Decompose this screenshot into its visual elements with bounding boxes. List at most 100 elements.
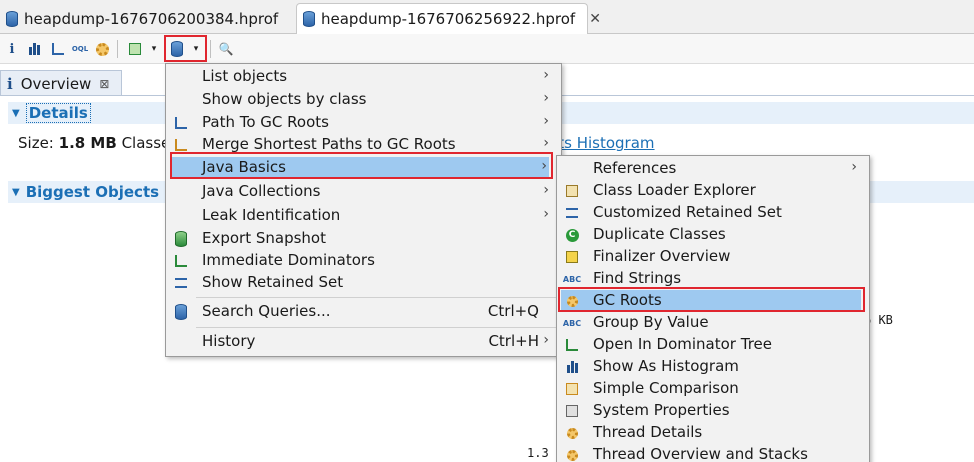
menu-item-label: GC Roots (593, 291, 662, 309)
chevron-right-icon: › (543, 67, 549, 83)
thread-overview-icon (564, 447, 580, 462)
menu-item-label: References (593, 159, 677, 177)
chevron-down-icon: ▼ (12, 186, 20, 198)
editor-tab-label: heapdump-1676706200384.hprof (24, 9, 279, 28)
find-strings-icon: ABC (562, 274, 582, 284)
close-icon[interactable]: ⊠ (99, 77, 109, 91)
chevron-right-icon: › (543, 332, 549, 348)
details-size-line: Size: 1.8 MB Classes: (18, 134, 183, 152)
menu-item-thread-overview-and-stacks[interactable]: Thread Overview and Stacks (557, 444, 869, 462)
menu-item-label: List objects (202, 67, 288, 85)
toolbar: i OQL ▾ ▾ 🔍 (0, 34, 974, 64)
menu-item-label: Group By Value (593, 313, 709, 331)
menu-item-java-collections[interactable]: Java Collections › (166, 181, 561, 203)
query-browser-menu: List objects › Show objects by class › P… (165, 63, 562, 357)
menu-item-label: Finalizer Overview (593, 247, 731, 265)
info-icon: i (7, 74, 13, 93)
menu-item-class-loader-explorer[interactable]: Class Loader Explorer (557, 180, 869, 202)
menu-item-customized-retained-set[interactable]: Customized Retained Set (557, 202, 869, 224)
dominator-tree-icon (564, 337, 580, 353)
histogram-link[interactable]: cts Histogram (550, 134, 655, 152)
menu-item-path-to-gc-roots[interactable]: Path To GC Roots › (166, 112, 561, 134)
toolbar-highlight-box (164, 35, 207, 62)
menu-item-label: Search Queries... (202, 302, 331, 320)
menu-item-java-basics[interactable]: Java Basics › (172, 157, 549, 179)
menu-item-label: Show As Histogram (593, 357, 739, 375)
menu-item-label: Class Loader Explorer (593, 181, 756, 199)
finalizer-icon (564, 249, 580, 265)
class-loader-icon (564, 183, 580, 199)
menu-item-list-objects[interactable]: List objects › (166, 66, 561, 88)
retained-icon (173, 275, 189, 291)
menu-item-gc-roots[interactable]: GC Roots (561, 290, 861, 312)
chevron-down-icon[interactable]: ▾ (148, 38, 160, 60)
menu-item-search-queries[interactable]: Search Queries... Ctrl+Q (166, 301, 561, 323)
run-report-icon[interactable] (123, 38, 147, 60)
heapdump-icon (303, 11, 315, 27)
export-icon (173, 231, 189, 247)
merge-icon (173, 137, 189, 153)
chevron-right-icon: › (543, 206, 549, 222)
info-icon[interactable]: i (4, 38, 20, 60)
biggest-objects-title: Biggest Objects by (25, 183, 185, 201)
menu-item-group-by-value[interactable]: ABC Group By Value (557, 312, 869, 334)
tab-overview[interactable]: i Overview ⊠ (0, 70, 122, 96)
menu-item-thread-details[interactable]: Thread Details (557, 422, 869, 444)
menu-item-label: Java Basics (202, 158, 286, 176)
menu-item-merge-shortest-paths[interactable]: Merge Shortest Paths to GC Roots › (166, 134, 561, 156)
chevron-right-icon: › (543, 135, 549, 151)
menu-item-open-in-dominator-tree[interactable]: Open In Dominator Tree (557, 334, 869, 356)
menu-separator (196, 297, 559, 298)
menu-item-show-objects-by-class[interactable]: Show objects by class › (166, 89, 561, 111)
tab-overview-label: Overview (20, 74, 92, 93)
menu-item-export-snapshot[interactable]: Export Snapshot (166, 228, 561, 250)
search-icon[interactable]: 🔍 (216, 38, 236, 60)
menu-item-references[interactable]: References › (557, 158, 869, 180)
menu-item-leak-identification[interactable]: Leak Identification › (166, 205, 561, 227)
size-value: 1.8 MB (58, 134, 117, 152)
thread-details-icon (564, 425, 580, 441)
thread-gear-icon[interactable] (92, 38, 112, 60)
gc-roots-icon (564, 293, 580, 309)
oql-icon[interactable]: OQL (70, 38, 90, 60)
search-queries-icon (173, 304, 189, 320)
chevron-right-icon: › (541, 158, 547, 174)
java-basics-submenu: References › Class Loader Explorer Custo… (556, 155, 870, 462)
menu-item-find-strings[interactable]: ABC Find Strings (557, 268, 869, 290)
menu-item-shortcut: Ctrl+Q (487, 302, 539, 320)
menu-item-label: Merge Shortest Paths to GC Roots (202, 135, 456, 153)
menu-item-history[interactable]: History Ctrl+H › (166, 331, 561, 353)
menu-item-label: Leak Identification (202, 206, 341, 224)
dominator-tree-icon[interactable] (48, 38, 68, 60)
duplicate-classes-icon: C (564, 227, 580, 243)
details-title: Details (25, 103, 91, 123)
menu-item-system-properties[interactable]: System Properties (557, 400, 869, 422)
menu-item-simple-comparison[interactable]: Simple Comparison (557, 378, 869, 400)
menu-item-label: Thread Details (593, 423, 703, 441)
size-label: Size: (18, 134, 54, 152)
menu-item-show-retained-set[interactable]: Show Retained Set (166, 272, 561, 294)
menu-item-label: Path To GC Roots (202, 113, 329, 131)
menu-item-label: Show Retained Set (202, 273, 344, 291)
menu-item-label: Customized Retained Set (593, 203, 782, 221)
dominator-icon (173, 253, 189, 269)
comparison-icon (564, 381, 580, 397)
menu-item-duplicate-classes[interactable]: C Duplicate Classes (557, 224, 869, 246)
menu-item-label: Java Collections (202, 182, 321, 200)
menu-item-label: System Properties (593, 401, 730, 419)
editor-tab-bar: heapdump-1676706200384.hprof heapdump-16… (0, 0, 974, 34)
menu-item-label: Duplicate Classes (593, 225, 726, 243)
menu-item-show-as-histogram[interactable]: Show As Histogram (557, 356, 869, 378)
menu-item-shortcut: Ctrl+H (488, 332, 539, 350)
editor-tab-hprof-2[interactable]: heapdump-1676706256922.hprof ✕ (296, 3, 601, 34)
menu-item-immediate-dominators[interactable]: Immediate Dominators (166, 250, 561, 272)
system-properties-icon (564, 403, 580, 419)
histogram-icon[interactable] (24, 38, 44, 60)
group-by-value-icon: ABC (562, 318, 582, 328)
chevron-down-icon: ▼ (12, 107, 20, 119)
chevron-right-icon: › (543, 90, 549, 106)
editor-tab-hprof-1[interactable]: heapdump-1676706200384.hprof (0, 3, 292, 34)
close-icon[interactable]: ✕ (589, 11, 601, 27)
menu-item-finalizer-overview[interactable]: Finalizer Overview (557, 246, 869, 268)
path-icon (173, 115, 189, 131)
